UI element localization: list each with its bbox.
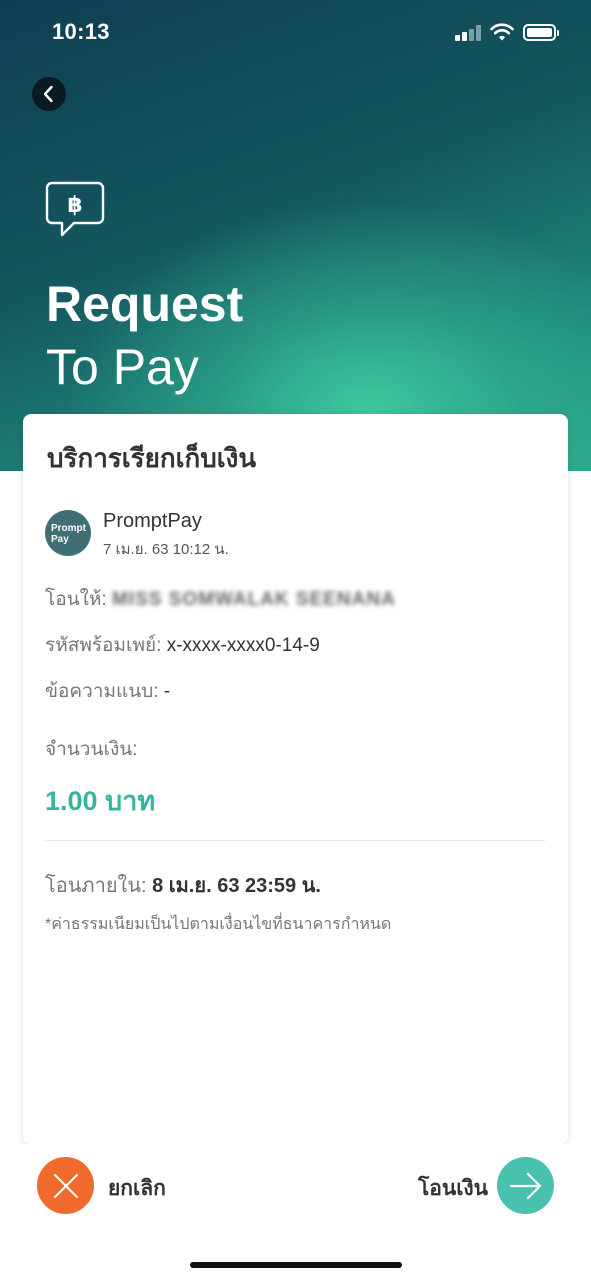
battery-icon bbox=[523, 24, 559, 41]
fee-note: *ค่าธรรมเนียมเป็นไปตามเงื่อนไขที่ธนาคารก… bbox=[45, 916, 392, 933]
action-bar bbox=[0, 1144, 591, 1280]
amount-label: จำนวนเงิน: bbox=[45, 739, 138, 760]
provider-name: PromptPay bbox=[103, 510, 202, 532]
request-date: 7 เม.ย. 63 10:12 น. bbox=[103, 541, 229, 558]
message-label: ข้อความแนบ: bbox=[45, 681, 164, 702]
page-title: Request bbox=[46, 276, 244, 332]
due-label: โอนภายใน: bbox=[45, 875, 153, 897]
promptpay-id-row: รหัสพร้อมเพย์: x-xxxx-xxxx0-14-9 bbox=[45, 630, 320, 660]
cancel-label[interactable]: ยกเลิก bbox=[108, 1172, 166, 1205]
close-icon bbox=[53, 1173, 78, 1198]
hero-banner: 10:13 ฿ Request To Pay bbox=[0, 0, 591, 471]
home-indicator[interactable] bbox=[190, 1262, 402, 1268]
transfer-button[interactable] bbox=[497, 1157, 554, 1214]
svg-text:฿: ฿ bbox=[67, 193, 82, 218]
back-button[interactable] bbox=[32, 77, 66, 111]
status-bar: 10:13 bbox=[0, 0, 591, 66]
recipient-label: โอนให้: bbox=[45, 589, 112, 610]
recipient-name: MISS SOMWALAK SEENANA bbox=[111, 589, 396, 610]
signal-icon bbox=[455, 25, 483, 41]
request-card: บริการเรียกเก็บเงิน Prompt Pay PromptPay… bbox=[23, 414, 568, 1144]
due-value: 8 เม.ย. 63 23:59 น. bbox=[152, 875, 321, 897]
baht-chat-icon: ฿ bbox=[45, 181, 105, 237]
transfer-label[interactable]: โอนเงิน bbox=[418, 1172, 488, 1205]
amount-value: 1.00 บาท bbox=[45, 786, 156, 816]
status-time: 10:13 bbox=[52, 19, 110, 44]
page-subtitle: To Pay bbox=[46, 339, 199, 395]
promptpay-logo: Prompt Pay bbox=[45, 510, 91, 556]
promptpay-id-value: x-xxxx-xxxx0-14-9 bbox=[166, 635, 320, 656]
card-title: บริการเรียกเก็บเงิน bbox=[47, 443, 257, 473]
message-value: - bbox=[163, 681, 171, 702]
wifi-icon bbox=[490, 23, 514, 41]
back-chevron-icon bbox=[43, 85, 53, 103]
cancel-button[interactable] bbox=[37, 1157, 94, 1214]
arrow-right-icon bbox=[509, 1172, 541, 1199]
due-row: โอนภายใน: 8 เม.ย. 63 23:59 น. bbox=[45, 869, 321, 901]
message-row: ข้อความแนบ: - bbox=[45, 676, 170, 706]
recipient-row: โอนให้: MISS SOMWALAK SEENANA bbox=[45, 584, 396, 614]
promptpay-id-label: รหัสพร้อมเพย์: bbox=[45, 635, 167, 656]
divider bbox=[45, 840, 545, 841]
